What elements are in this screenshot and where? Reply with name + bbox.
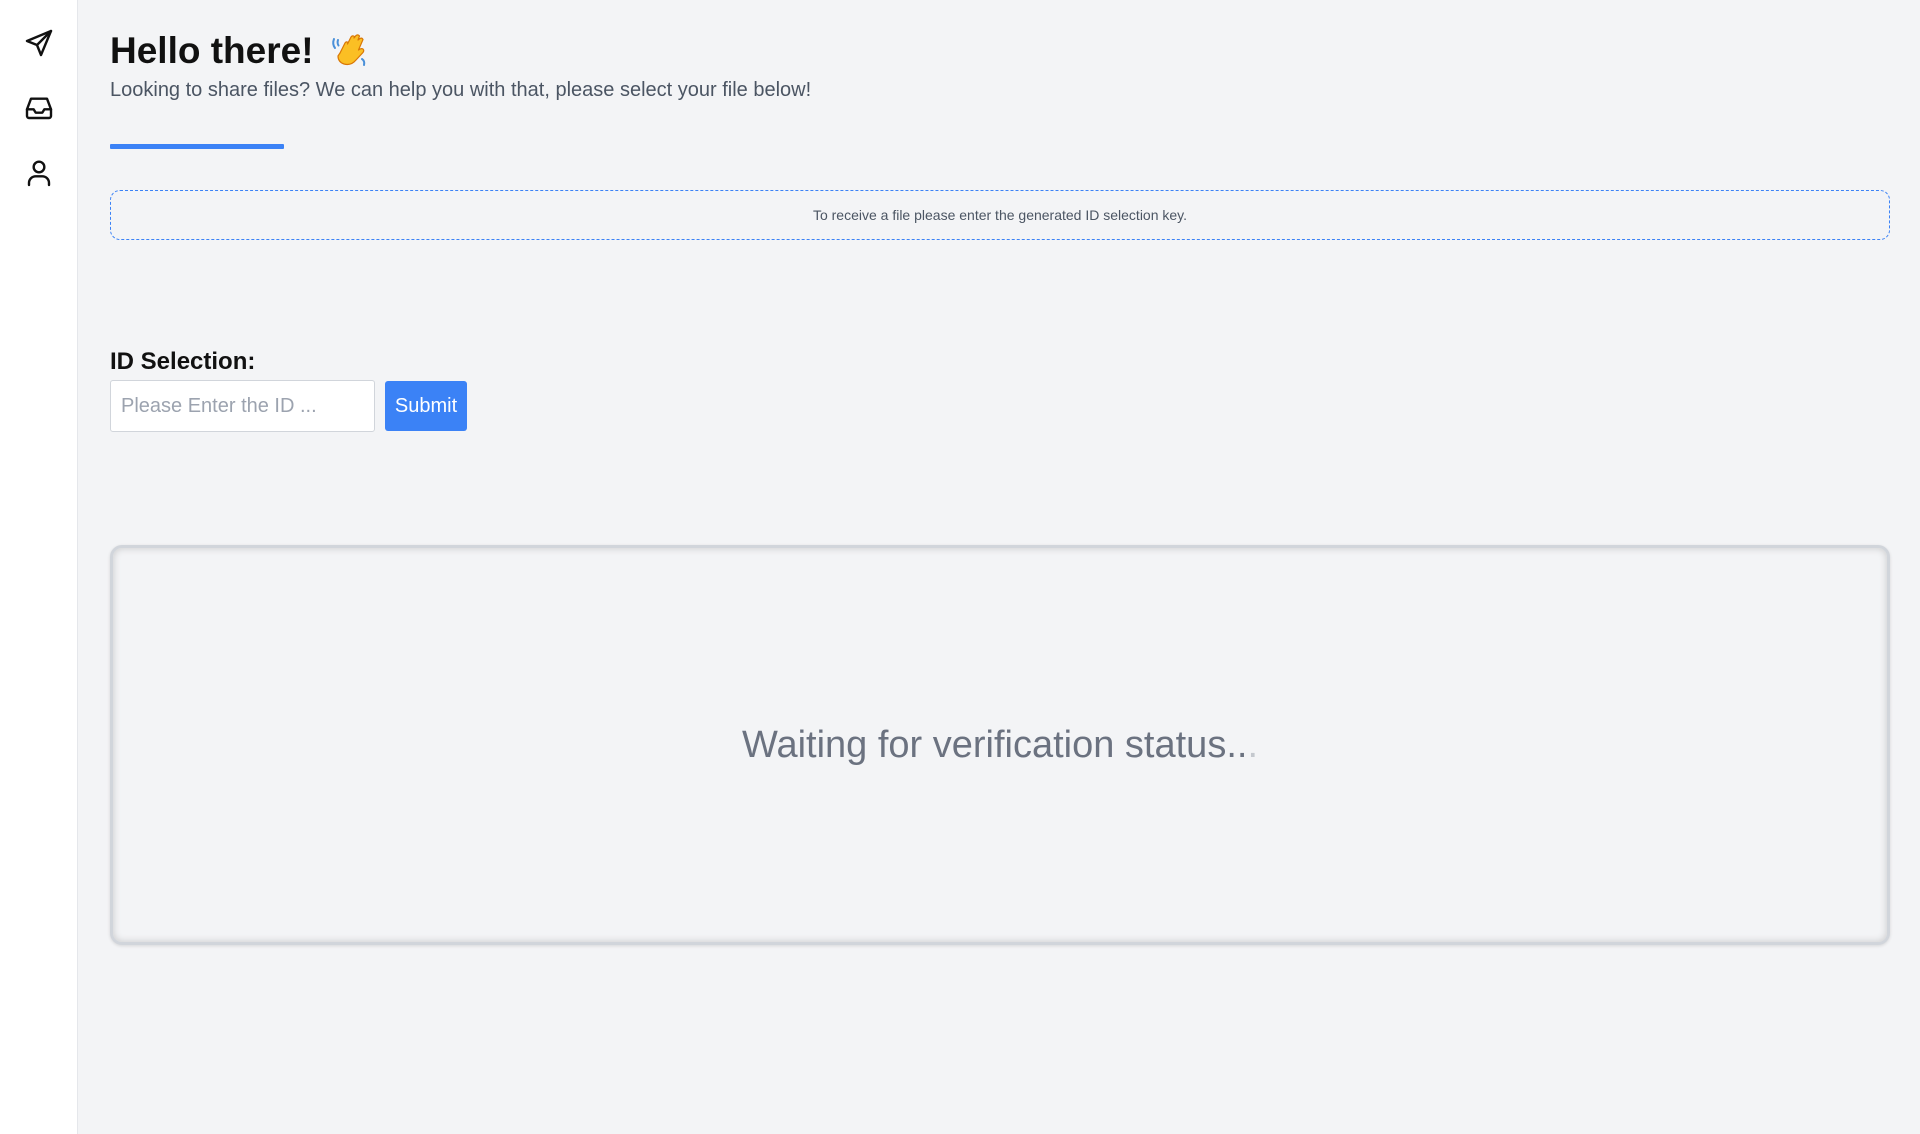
info-text: To receive a file please enter the gener… bbox=[812, 207, 1188, 223]
greeting-text: Hello there! bbox=[110, 30, 314, 71]
id-selection-label: ID Selection: bbox=[110, 348, 256, 375]
sidebar-item-receive[interactable] bbox=[19, 88, 59, 128]
verification-status-panel: Waiting for verification status... bbox=[110, 545, 1890, 945]
id-input[interactable] bbox=[110, 380, 375, 432]
progress-fill bbox=[110, 144, 284, 149]
page-subtitle: Looking to share files? We can help you … bbox=[110, 79, 812, 101]
status-trailing-dot: . bbox=[1247, 723, 1258, 766]
status-message: Waiting for verification status.. bbox=[741, 723, 1248, 766]
submit-button[interactable]: Submit bbox=[385, 381, 467, 431]
user-icon bbox=[27, 160, 51, 187]
sidebar-item-send[interactable] bbox=[19, 23, 59, 63]
send-icon bbox=[25, 29, 53, 57]
inbox-icon bbox=[25, 97, 53, 120]
status-text: Waiting for verification status... bbox=[742, 724, 1258, 767]
app-root: Hello there! Looking to share files? We … bbox=[0, 0, 1920, 1134]
sidebar bbox=[0, 0, 78, 1134]
progress-bar bbox=[110, 144, 670, 149]
sidebar-item-profile[interactable] bbox=[19, 153, 59, 193]
info-banner: To receive a file please enter the gener… bbox=[110, 190, 1890, 240]
page-title: Hello there! bbox=[110, 30, 370, 72]
waving-hand-icon bbox=[331, 34, 365, 66]
